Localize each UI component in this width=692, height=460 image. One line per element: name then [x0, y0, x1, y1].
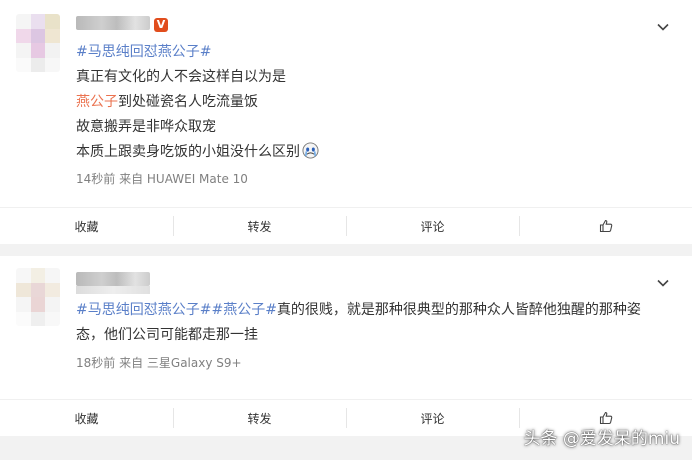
post-meta: 14秒前 来自 HUAWEI Mate 10 [76, 172, 248, 186]
username[interactable] [76, 272, 150, 286]
username-blur [76, 286, 150, 294]
crying-face-icon [302, 142, 319, 159]
username[interactable] [76, 16, 150, 30]
like-icon [599, 411, 612, 425]
comment-body: #马思纯回怼燕公子##燕公子#真的很贱，就是那种很典型的那种众人皆醉他独醒的那种… [0, 256, 692, 387]
text-line: 本质上跟卖身吃饭的小姐没什么区别 [76, 140, 668, 165]
vip-badge-icon: V [154, 18, 168, 32]
collect-button[interactable]: 收藏 [0, 208, 173, 244]
repost-button[interactable]: 转发 [173, 400, 346, 436]
comment-text: #马思纯回怼燕公子##燕公子#真的很贱，就是那种很典型的那种众人皆醉他独醒的那种… [76, 298, 668, 348]
avatar[interactable] [16, 14, 60, 72]
avatar[interactable] [16, 268, 60, 326]
post-meta: 18秒前 来自 三星Galaxy S9+ [76, 356, 242, 370]
comment-button[interactable]: 评论 [346, 400, 519, 436]
like-button[interactable] [519, 208, 692, 244]
text-line: 故意搬弄是非哗众取宠 [76, 119, 216, 135]
chevron-down-icon[interactable] [656, 276, 670, 290]
hashtag-link[interactable]: #燕公子# [211, 302, 276, 318]
comment-card: #马思纯回怼燕公子##燕公子#真的很贱，就是那种很典型的那种众人皆醉他独醒的那种… [0, 256, 692, 436]
hashtag-link[interactable]: #马思纯回怼燕公子# [76, 302, 211, 318]
chevron-down-icon[interactable] [656, 20, 670, 34]
action-bar: 收藏 转发 评论 [0, 207, 692, 244]
watermark: 头条 @爱发呆的miu [523, 429, 680, 449]
mention-link[interactable]: 燕公子 [76, 94, 118, 110]
like-icon [599, 219, 612, 233]
comment-card: V #马思纯回怼燕公子# 真正有文化的人不会这样自以为是 燕公子到处碰瓷名人吃流… [0, 0, 692, 244]
comment-body: V #马思纯回怼燕公子# 真正有文化的人不会这样自以为是 燕公子到处碰瓷名人吃流… [0, 0, 692, 208]
comment-text: #马思纯回怼燕公子# 真正有文化的人不会这样自以为是 燕公子到处碰瓷名人吃流量饭… [76, 40, 668, 165]
text-line: 燕公子到处碰瓷名人吃流量饭 [76, 94, 258, 110]
text-line: 真正有文化的人不会这样自以为是 [76, 69, 286, 85]
weibo-comment-feed: V #马思纯回怼燕公子# 真正有文化的人不会这样自以为是 燕公子到处碰瓷名人吃流… [0, 0, 692, 460]
comment-button[interactable]: 评论 [346, 208, 519, 244]
collect-button[interactable]: 收藏 [0, 400, 173, 436]
repost-button[interactable]: 转发 [173, 208, 346, 244]
hashtag-link[interactable]: #马思纯回怼燕公子# [76, 44, 211, 60]
